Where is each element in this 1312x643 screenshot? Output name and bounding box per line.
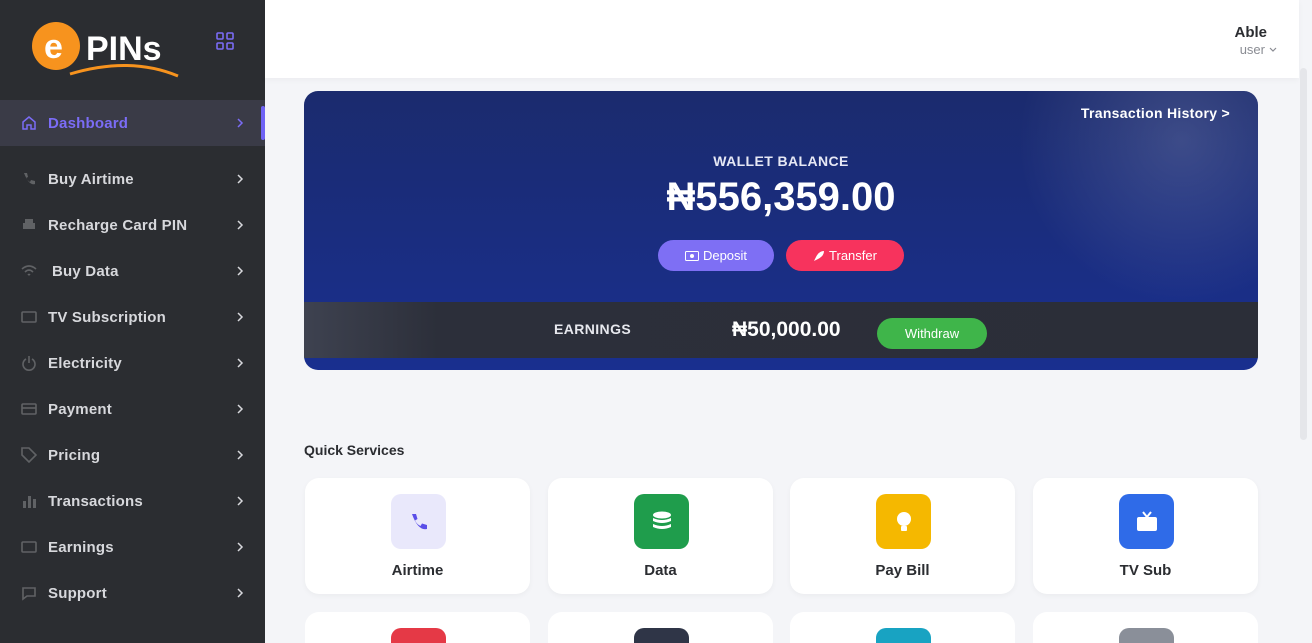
sidebar-item-label: Buy Airtime bbox=[48, 170, 134, 188]
grid-menu-icon[interactable] bbox=[216, 32, 234, 50]
sidebar-item-support[interactable]: Support bbox=[0, 570, 265, 616]
chevron-right-icon bbox=[237, 450, 244, 460]
sidebar-item-earnings[interactable]: Earnings bbox=[0, 524, 265, 570]
service-label: TV Sub bbox=[1119, 562, 1172, 579]
epins-logo[interactable]: e PINs bbox=[30, 20, 190, 82]
user-role: user bbox=[1239, 42, 1265, 57]
sidebar-item-label: Buy Data bbox=[52, 262, 119, 280]
sidebar-item-buy-data[interactable]: Buy Data bbox=[0, 248, 265, 294]
wallet-icon bbox=[20, 538, 38, 556]
wallet-card: Transaction History > WALLET BALANCE ₦55… bbox=[304, 91, 1258, 370]
sidebar-item-recharge-card-pin[interactable]: Recharge Card PIN bbox=[0, 202, 265, 248]
service-tile bbox=[1119, 628, 1174, 643]
chevron-right-icon bbox=[237, 588, 244, 598]
printer-icon bbox=[20, 216, 38, 234]
svg-text:PINs: PINs bbox=[86, 30, 162, 68]
quick-services-title: Quick Services bbox=[304, 442, 405, 458]
chevron-right-icon bbox=[237, 542, 244, 552]
transaction-history-link[interactable]: Transaction History > bbox=[1081, 105, 1230, 121]
user-name[interactable]: Able bbox=[1234, 24, 1267, 41]
cash-icon bbox=[684, 250, 699, 261]
sidebar-item-pricing[interactable]: Pricing bbox=[0, 432, 265, 478]
service-card-data[interactable]: Data bbox=[548, 478, 773, 594]
deposit-label: Deposit bbox=[702, 248, 748, 263]
svg-text:e: e bbox=[44, 28, 63, 66]
sidebar-item-label: Electricity bbox=[48, 354, 122, 372]
service-tile bbox=[391, 628, 446, 643]
earnings-label: EARNINGS bbox=[554, 321, 632, 337]
sidebar-item-label: TV Subscription bbox=[48, 308, 167, 326]
sidebar-item-label: Earnings bbox=[48, 538, 114, 556]
chevron-right-icon bbox=[237, 312, 244, 322]
tv-icon bbox=[20, 308, 38, 326]
service-card-partial[interactable] bbox=[548, 612, 773, 643]
card-icon bbox=[20, 400, 38, 418]
power-icon bbox=[20, 354, 38, 372]
sidebar-item-transactions[interactable]: Transactions bbox=[0, 478, 265, 524]
tag-icon bbox=[20, 446, 38, 464]
bars-icon bbox=[20, 492, 38, 510]
chevron-right-icon bbox=[237, 404, 244, 414]
wallet-balance-label: WALLET BALANCE bbox=[713, 153, 849, 169]
database-icon bbox=[634, 494, 689, 549]
transfer-label: Transfer bbox=[829, 248, 877, 263]
chevron-right-icon bbox=[237, 118, 244, 128]
sidebar-item-label: Pricing bbox=[48, 446, 101, 464]
sidebar-item-label: Transactions bbox=[48, 492, 143, 510]
service-label: Data bbox=[644, 562, 677, 579]
earnings-bar: EARNINGS ₦50,000.00 Withdraw bbox=[304, 302, 1258, 358]
sidebar-nav: Dashboard Buy Airtime Recharge Card PIN … bbox=[0, 100, 265, 616]
service-tile bbox=[634, 628, 689, 643]
transfer-button[interactable]: Transfer bbox=[786, 240, 904, 271]
deposit-button[interactable]: Deposit bbox=[658, 240, 774, 271]
earnings-amount: ₦50,000.00 bbox=[732, 318, 841, 341]
phone-icon bbox=[391, 494, 446, 549]
service-card-partial[interactable] bbox=[790, 612, 1015, 643]
tv-icon bbox=[1119, 494, 1174, 549]
sidebar-item-payment[interactable]: Payment bbox=[0, 386, 265, 432]
chevron-right-icon bbox=[237, 358, 244, 368]
sidebar-item-label: Recharge Card PIN bbox=[48, 216, 188, 234]
user-menu-toggle[interactable]: user bbox=[1240, 42, 1277, 57]
service-card-airtime[interactable]: Airtime bbox=[305, 478, 530, 594]
service-label: Airtime bbox=[391, 562, 444, 579]
chevron-right-icon bbox=[237, 496, 244, 506]
top-header: Able user bbox=[265, 0, 1299, 78]
sidebar: e PINs Dashboard Buy Airtime Recharge Ca… bbox=[0, 0, 265, 643]
home-icon bbox=[20, 114, 38, 132]
sidebar-item-electricity[interactable]: Electricity bbox=[0, 340, 265, 386]
chevron-down-icon bbox=[1269, 47, 1277, 52]
service-card-partial[interactable] bbox=[1033, 612, 1258, 643]
service-label: Pay Bill bbox=[875, 562, 930, 579]
sidebar-item-dashboard[interactable]: Dashboard bbox=[0, 100, 265, 146]
service-card-tv-sub[interactable]: TV Sub bbox=[1033, 478, 1258, 594]
sidebar-item-buy-airtime[interactable]: Buy Airtime bbox=[0, 156, 265, 202]
chat-icon bbox=[20, 584, 38, 602]
phone-icon bbox=[20, 170, 38, 188]
wifi-icon bbox=[20, 262, 38, 280]
sidebar-item-label: Payment bbox=[48, 400, 112, 418]
rocket-icon bbox=[814, 250, 825, 261]
withdraw-button[interactable]: Withdraw bbox=[877, 318, 987, 349]
chevron-right-icon bbox=[237, 174, 244, 184]
sidebar-item-label: Dashboard bbox=[48, 114, 129, 132]
page-scrollbar[interactable] bbox=[1300, 68, 1307, 440]
chevron-right-icon bbox=[237, 220, 244, 230]
service-card-pay-bill[interactable]: Pay Bill bbox=[790, 478, 1015, 594]
sidebar-item-tv-subscription[interactable]: TV Subscription bbox=[0, 294, 265, 340]
service-card-partial[interactable] bbox=[305, 612, 530, 643]
sidebar-item-label: Support bbox=[48, 584, 107, 602]
service-tile bbox=[876, 628, 931, 643]
wallet-balance-amount: ₦556,359.00 bbox=[666, 175, 896, 219]
chevron-right-icon bbox=[237, 266, 244, 276]
bulb-icon bbox=[876, 494, 931, 549]
